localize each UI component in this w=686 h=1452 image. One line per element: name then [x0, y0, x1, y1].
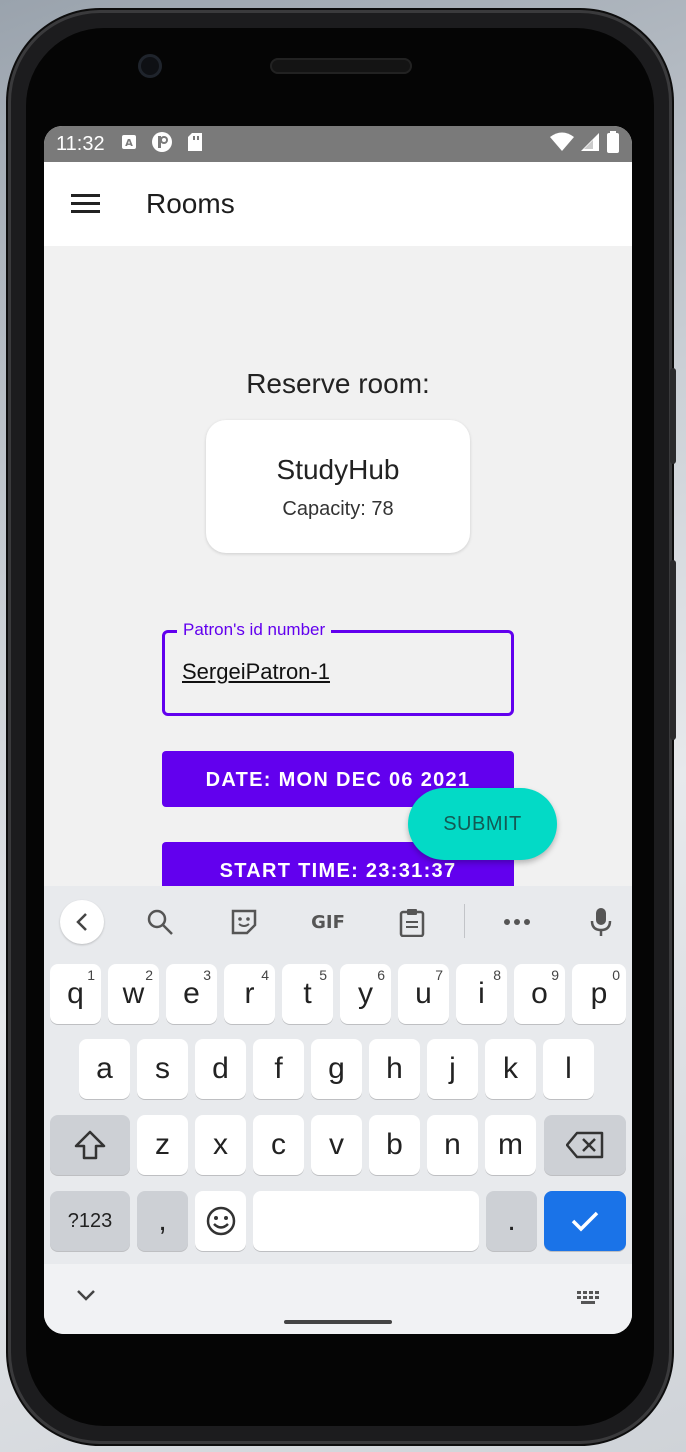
key-a[interactable]: a — [79, 1039, 130, 1099]
toolbar-divider — [464, 904, 465, 938]
patron-id-label: Patron's id number — [177, 620, 332, 640]
hide-keyboard-icon[interactable] — [76, 1288, 96, 1307]
symbols-key[interactable]: ?123 — [50, 1191, 130, 1251]
comma-key[interactable]: , — [137, 1191, 188, 1251]
shift-key[interactable] — [50, 1115, 130, 1175]
space-key[interactable] — [253, 1191, 479, 1251]
keyboard-switch-icon[interactable] — [576, 1290, 602, 1311]
key-w[interactable]: w2 — [108, 964, 159, 1024]
submit-button[interactable]: SUBMIT — [408, 788, 557, 860]
key-k[interactable]: k — [485, 1039, 536, 1099]
key-n[interactable]: n — [427, 1115, 478, 1175]
key-l[interactable]: l — [543, 1039, 594, 1099]
keyboard-toolbar: GIF — [44, 886, 632, 958]
key-h[interactable]: h — [369, 1039, 420, 1099]
key-c[interactable]: c — [253, 1115, 304, 1175]
patron-id-input[interactable] — [182, 659, 482, 685]
key-p[interactable]: p0 — [572, 964, 626, 1024]
period-key[interactable]: . — [486, 1191, 537, 1251]
checkmark-icon — [571, 1211, 599, 1232]
app-bar: Rooms — [44, 162, 632, 246]
key-d[interactable]: d — [195, 1039, 246, 1099]
status-bar: 11:32 A — [44, 126, 632, 162]
backspace-key[interactable] — [544, 1115, 626, 1175]
svg-text:A: A — [125, 138, 133, 149]
wifi-icon — [550, 132, 574, 157]
hamburger-menu-icon[interactable] — [66, 184, 106, 224]
key-b[interactable]: b — [369, 1115, 420, 1175]
patron-id-field[interactable]: Patron's id number — [162, 620, 514, 716]
sd-card-icon — [187, 132, 203, 157]
done-key[interactable] — [544, 1191, 626, 1251]
key-o[interactable]: o9 — [514, 964, 565, 1024]
page-title: Rooms — [146, 188, 235, 219]
key-t[interactable]: t5 — [282, 964, 333, 1024]
key-q[interactable]: q1 — [50, 964, 101, 1024]
signal-icon — [580, 132, 600, 157]
key-g[interactable]: g — [311, 1039, 362, 1099]
more-icon[interactable] — [501, 906, 533, 938]
back-icon[interactable] — [60, 900, 104, 944]
power-button — [670, 368, 676, 464]
home-indicator[interactable] — [284, 1320, 392, 1324]
key-j[interactable]: j — [427, 1039, 478, 1099]
volume-button — [670, 560, 676, 740]
room-capacity: Capacity: 78 — [282, 498, 394, 520]
reserve-heading: Reserve room: — [246, 368, 430, 399]
a-icon: A — [121, 134, 137, 155]
key-m[interactable]: m — [485, 1115, 536, 1175]
key-s[interactable]: s — [137, 1039, 188, 1099]
earpiece-speaker — [270, 58, 412, 74]
screen: 11:32 A Rooms Reserve room: StudyHub Cap… — [44, 126, 632, 1334]
key-u[interactable]: u7 — [398, 964, 449, 1024]
room-name: StudyHub — [276, 454, 400, 485]
sticker-icon[interactable] — [228, 906, 260, 938]
shift-icon — [74, 1130, 106, 1160]
microphone-icon[interactable] — [585, 906, 617, 938]
battery-icon — [606, 130, 620, 158]
p-icon — [151, 131, 173, 158]
key-x[interactable]: x — [195, 1115, 246, 1175]
status-time: 11:32 — [56, 132, 105, 155]
clipboard-icon[interactable] — [396, 906, 428, 938]
key-v[interactable]: v — [311, 1115, 362, 1175]
emoji-icon — [206, 1206, 235, 1236]
emoji-key[interactable] — [195, 1191, 246, 1251]
front-camera — [138, 54, 162, 78]
key-z[interactable]: z — [137, 1115, 188, 1175]
key-f[interactable]: f — [253, 1039, 304, 1099]
soft-keyboard: GIF q1 w2 e3 r4 t5 y6 u7 i8 o9 p0 a s d … — [44, 886, 632, 1334]
key-e[interactable]: e3 — [166, 964, 217, 1024]
gif-button[interactable]: GIF — [308, 906, 348, 938]
key-i[interactable]: i8 — [456, 964, 507, 1024]
backspace-icon — [566, 1131, 604, 1159]
key-y[interactable]: y6 — [340, 964, 391, 1024]
search-icon[interactable] — [144, 906, 176, 938]
key-r[interactable]: r4 — [224, 964, 275, 1024]
room-card: StudyHub Capacity: 78 — [206, 420, 470, 553]
